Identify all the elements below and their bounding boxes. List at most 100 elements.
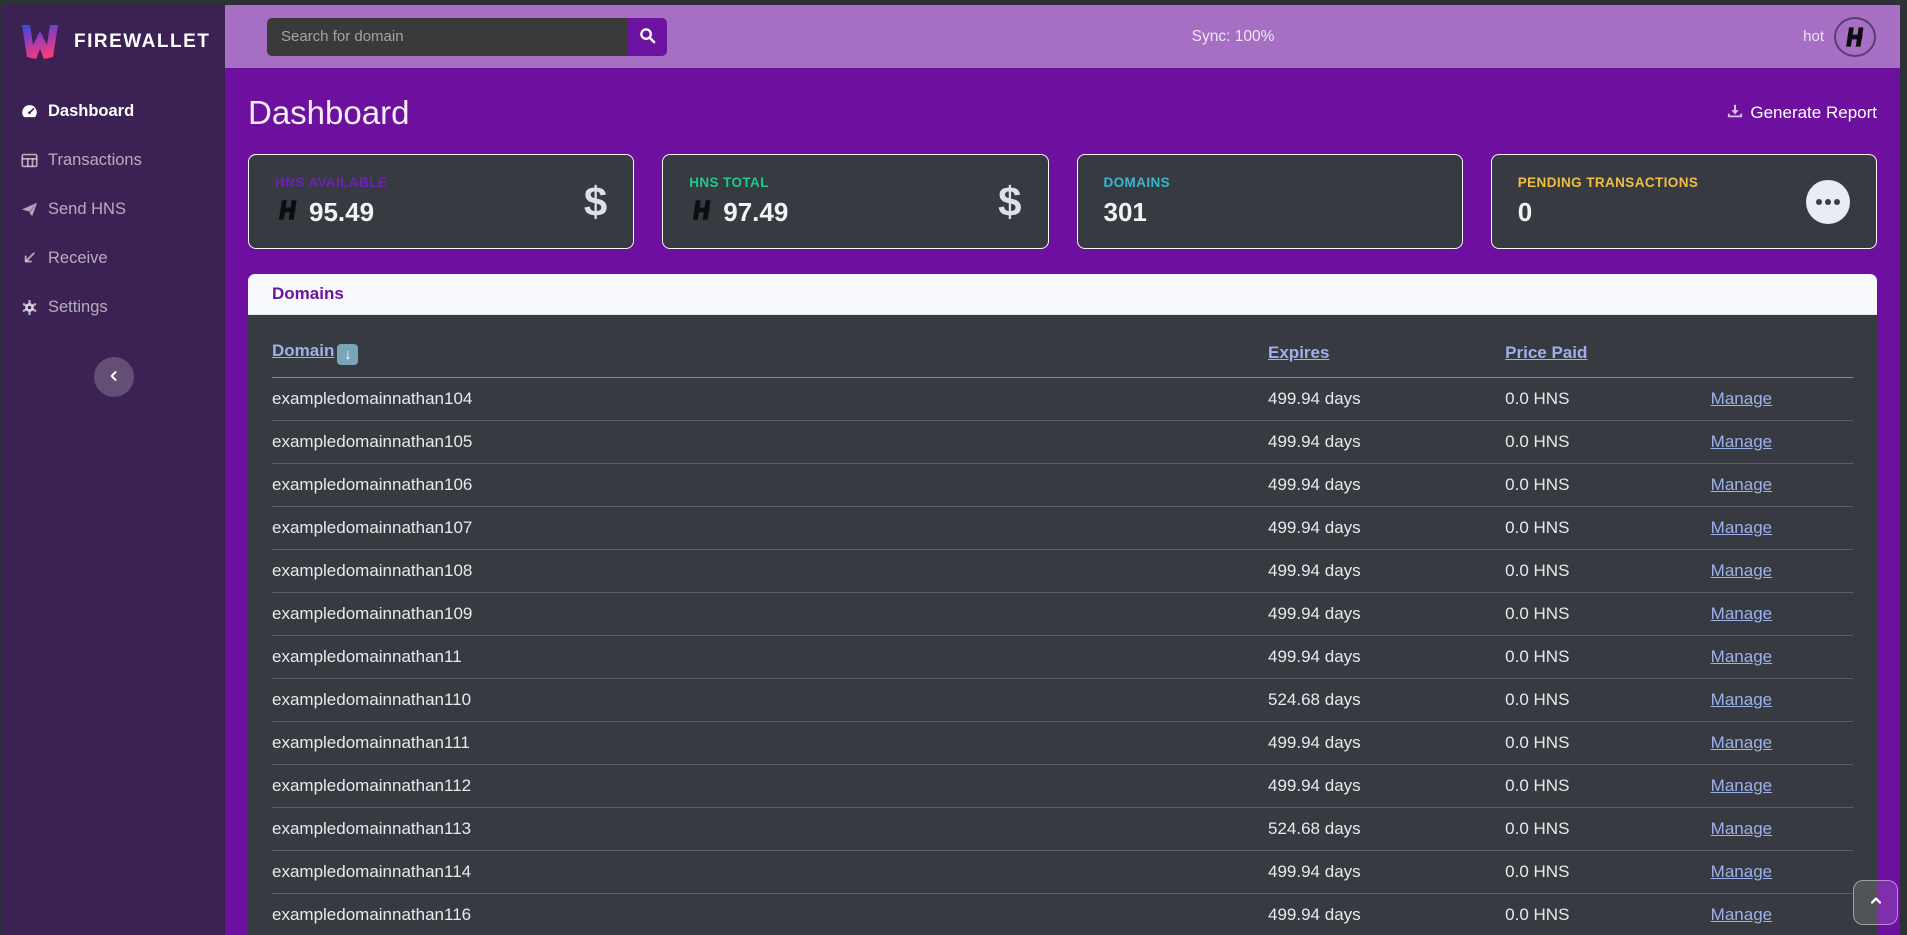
- domain-price: 0.0 HNS: [1505, 722, 1711, 765]
- brand[interactable]: FIREWALLET: [2, 5, 225, 77]
- domains-panel: Domains Domain↓ Expires Price Paid: [248, 274, 1877, 935]
- domain-expires: 499.94 days: [1268, 464, 1505, 507]
- sidebar-item-label: Receive: [48, 249, 108, 268]
- card-value: 301: [1104, 197, 1147, 228]
- domain-name: exampledomainnathan113: [272, 808, 1268, 851]
- search-icon: [639, 27, 656, 47]
- page-content: Dashboard Generate Report HNS AVAILABLE9…: [225, 68, 1900, 935]
- domain-name: exampledomainnathan116: [272, 894, 1268, 935]
- panel-title: Domains: [272, 284, 344, 303]
- dollar-icon: $: [998, 181, 1021, 223]
- handshake-logo-icon[interactable]: [1834, 17, 1876, 57]
- chevron-left-icon: [107, 369, 121, 386]
- stat-cards: HNS AVAILABLE95.49$HNS TOTAL97.49$DOMAIN…: [248, 154, 1877, 249]
- search-box: [267, 18, 667, 56]
- generate-report-button[interactable]: Generate Report: [1727, 103, 1877, 124]
- domain-price: 0.0 HNS: [1505, 894, 1711, 935]
- domain-price: 0.0 HNS: [1505, 507, 1711, 550]
- sort-by-price-link[interactable]: Price Paid: [1505, 343, 1587, 362]
- sidebar-item-send-hns[interactable]: Send HNS: [2, 185, 225, 234]
- domain-row: exampledomainnathan108499.94 days0.0 HNS…: [272, 550, 1853, 593]
- stat-card-hns-available: HNS AVAILABLE95.49$: [248, 154, 634, 249]
- domain-row: exampledomainnathan110524.68 days0.0 HNS…: [272, 679, 1853, 722]
- domain-name: exampledomainnathan104: [272, 378, 1268, 421]
- manage-link[interactable]: Manage: [1711, 905, 1772, 924]
- domain-name: exampledomainnathan114: [272, 851, 1268, 894]
- domain-expires: 499.94 days: [1268, 421, 1505, 464]
- domain-price: 0.0 HNS: [1505, 679, 1711, 722]
- manage-link[interactable]: Manage: [1711, 518, 1772, 537]
- domain-row: exampledomainnathan104499.94 days0.0 HNS…: [272, 378, 1853, 421]
- card-label: PENDING TRANSACTIONS: [1518, 175, 1699, 190]
- generate-report-label: Generate Report: [1750, 103, 1877, 123]
- domain-row: exampledomainnathan113524.68 days0.0 HNS…: [272, 808, 1853, 851]
- ellipsis-icon[interactable]: [1806, 180, 1850, 224]
- domain-row: exampledomainnathan111499.94 days0.0 HNS…: [272, 722, 1853, 765]
- sort-by-expires-link[interactable]: Expires: [1268, 343, 1329, 362]
- manage-link[interactable]: Manage: [1711, 733, 1772, 752]
- domain-price: 0.0 HNS: [1505, 550, 1711, 593]
- domain-row: exampledomainnathan106499.94 days0.0 HNS…: [272, 464, 1853, 507]
- sidebar-item-dashboard[interactable]: Dashboard: [2, 87, 225, 136]
- manage-link[interactable]: Manage: [1711, 862, 1772, 881]
- sidebar-item-label: Send HNS: [48, 200, 126, 219]
- domain-name: exampledomainnathan112: [272, 765, 1268, 808]
- scroll-to-top-button[interactable]: [1853, 880, 1898, 925]
- domain-name: exampledomainnathan11: [272, 636, 1268, 679]
- page-title: Dashboard: [248, 94, 409, 132]
- stat-card-hns-total: HNS TOTAL97.49 $: [662, 154, 1048, 249]
- manage-link[interactable]: Manage: [1711, 690, 1772, 709]
- card-text: HNS TOTAL97.49: [689, 175, 788, 228]
- sort-down-icon[interactable]: ↓: [337, 344, 358, 365]
- domain-row: exampledomainnathan109499.94 days0.0 HNS…: [272, 593, 1853, 636]
- table-icon: [20, 152, 38, 170]
- manage-link[interactable]: Manage: [1711, 389, 1772, 408]
- domain-price: 0.0 HNS: [1505, 464, 1711, 507]
- card-value: 95.49: [309, 197, 374, 228]
- domain-expires: 499.94 days: [1268, 851, 1505, 894]
- domain-row: exampledomainnathan112499.94 days0.0 HNS…: [272, 765, 1853, 808]
- domain-name: exampledomainnathan107: [272, 507, 1268, 550]
- app-window: FIREWALLET Dashboard Transactions Send HNS…: [2, 5, 1900, 935]
- domain-row: exampledomainnathan11499.94 days0.0 HNSM…: [272, 636, 1853, 679]
- dollar-icon: $: [584, 181, 607, 223]
- domain-name: exampledomainnathan105: [272, 421, 1268, 464]
- sidebar-item-transactions[interactable]: Transactions: [2, 136, 225, 185]
- sidebar-item-label: Settings: [48, 298, 108, 317]
- sidebar-item-label: Dashboard: [48, 102, 134, 121]
- domains-table: Domain↓ Expires Price Paid exampledomain…: [272, 331, 1853, 935]
- receive-icon: [20, 250, 38, 268]
- domain-expires: 499.94 days: [1268, 894, 1505, 935]
- domain-price: 0.0 HNS: [1505, 421, 1711, 464]
- domain-price: 0.0 HNS: [1505, 636, 1711, 679]
- domains-table-container: Domain↓ Expires Price Paid exampledomain…: [248, 315, 1877, 935]
- domain-name: exampledomainnathan111: [272, 722, 1268, 765]
- manage-link[interactable]: Manage: [1711, 647, 1772, 666]
- search-button[interactable]: [627, 18, 667, 56]
- sidebar-item-settings[interactable]: Settings: [2, 283, 225, 332]
- manage-link[interactable]: Manage: [1711, 475, 1772, 494]
- search-input[interactable]: [267, 18, 627, 56]
- domain-row: exampledomainnathan116499.94 days0.0 HNS…: [272, 894, 1853, 935]
- sidebar-collapse-button[interactable]: [94, 357, 134, 397]
- wallet-name: hot: [1803, 28, 1824, 45]
- manage-link[interactable]: Manage: [1711, 432, 1772, 451]
- domain-expires: 499.94 days: [1268, 722, 1505, 765]
- domain-expires: 524.68 days: [1268, 679, 1505, 722]
- main-area: Sync: 100% hot Dashboard Generate Report…: [225, 5, 1900, 935]
- manage-link[interactable]: Manage: [1711, 819, 1772, 838]
- topbar: Sync: 100% hot: [225, 5, 1900, 68]
- stat-card-domains: DOMAINS301: [1077, 154, 1463, 249]
- manage-link[interactable]: Manage: [1711, 561, 1772, 580]
- send-icon: [20, 201, 38, 219]
- sidebar-item-receive[interactable]: Receive: [2, 234, 225, 283]
- manage-link[interactable]: Manage: [1711, 776, 1772, 795]
- domain-price: 0.0 HNS: [1505, 378, 1711, 421]
- domain-price: 0.0 HNS: [1505, 851, 1711, 894]
- domain-name: exampledomainnathan108: [272, 550, 1268, 593]
- domain-expires: 499.94 days: [1268, 765, 1505, 808]
- sort-by-domain-link[interactable]: Domain: [272, 341, 334, 360]
- tachometer-icon: [20, 103, 38, 121]
- domain-expires: 499.94 days: [1268, 593, 1505, 636]
- manage-link[interactable]: Manage: [1711, 604, 1772, 623]
